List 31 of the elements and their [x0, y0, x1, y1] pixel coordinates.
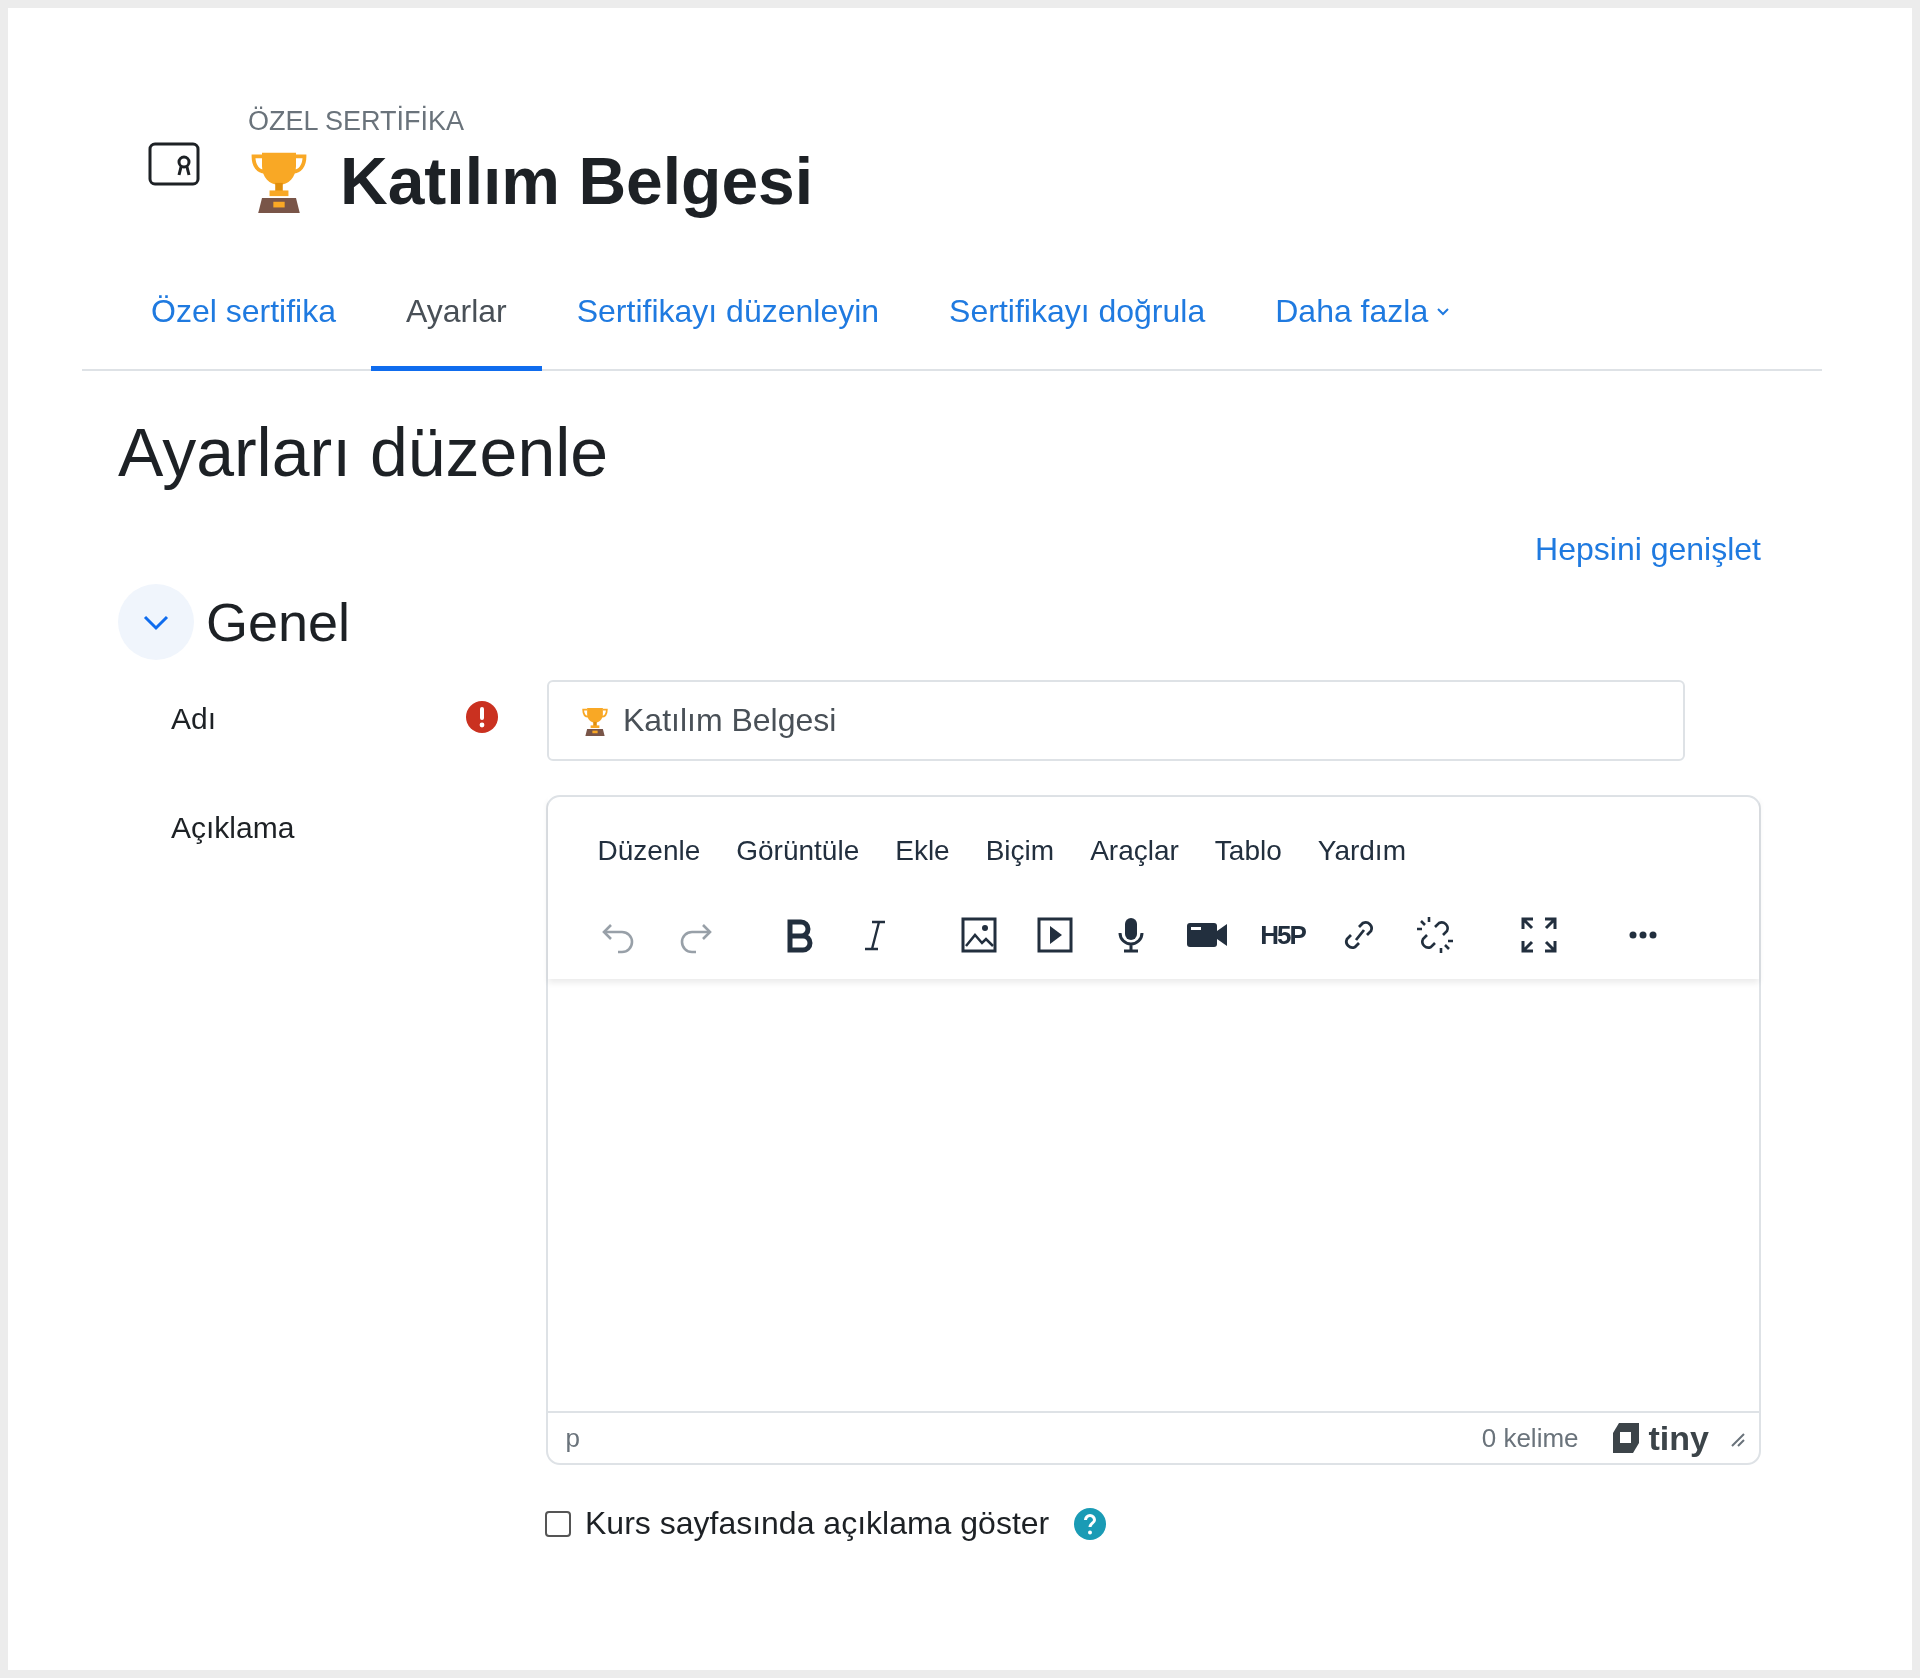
- field-label: Açıklama: [171, 810, 295, 845]
- menu-item[interactable]: Tablo: [1200, 827, 1296, 875]
- nav-tab[interactable]: Özel sertifika: [116, 267, 371, 371]
- fieldset-title: Genel: [206, 591, 351, 653]
- menu-item[interactable]: Yardım: [1303, 827, 1420, 875]
- nav-tab[interactable]: Daha fazla: [1240, 267, 1486, 371]
- menu-item[interactable]: Görüntüle: [722, 827, 874, 875]
- section-heading: Ayarları düzenle: [118, 413, 610, 491]
- expand-all-link[interactable]: Hepsini genişlet: [1535, 531, 1761, 568]
- checkbox[interactable]: [545, 1510, 571, 1537]
- word-count: 0 kelime: [1481, 1422, 1579, 1454]
- unlink-icon[interactable]: [1414, 915, 1455, 955]
- nav-tab[interactable]: Sertifikayı doğrula: [914, 267, 1241, 371]
- checkbox-label: Kurs sayfasında açıklama göster: [585, 1505, 1050, 1542]
- menu-item[interactable]: Düzenle: [583, 827, 715, 875]
- input-value: Katılım Belgesi: [623, 702, 837, 739]
- nav-tab[interactable]: Ayarlar: [370, 267, 542, 371]
- menu-item[interactable]: Biçim: [971, 827, 1069, 875]
- brand-name: tiny: [1648, 1418, 1709, 1458]
- page-title: Katılım Belgesi: [340, 143, 814, 219]
- element-path: p: [565, 1422, 581, 1454]
- activity-type-label: ÖZEL SERTİFİKA: [248, 106, 466, 137]
- help-icon[interactable]: [1073, 1506, 1108, 1541]
- menu-item[interactable]: Ekle: [881, 827, 964, 875]
- field-label: Adı: [171, 701, 217, 736]
- certificate-icon: [148, 142, 200, 186]
- menu-item[interactable]: Araçlar: [1076, 827, 1193, 875]
- caret-icon: [1436, 306, 1451, 317]
- nav-tab[interactable]: Sertifikayı düzenleyin: [541, 267, 915, 371]
- name-input[interactable]: Katılım Belgesi: [547, 680, 1685, 761]
- toolbar-button[interactable]: H5P: [1247, 905, 1318, 965]
